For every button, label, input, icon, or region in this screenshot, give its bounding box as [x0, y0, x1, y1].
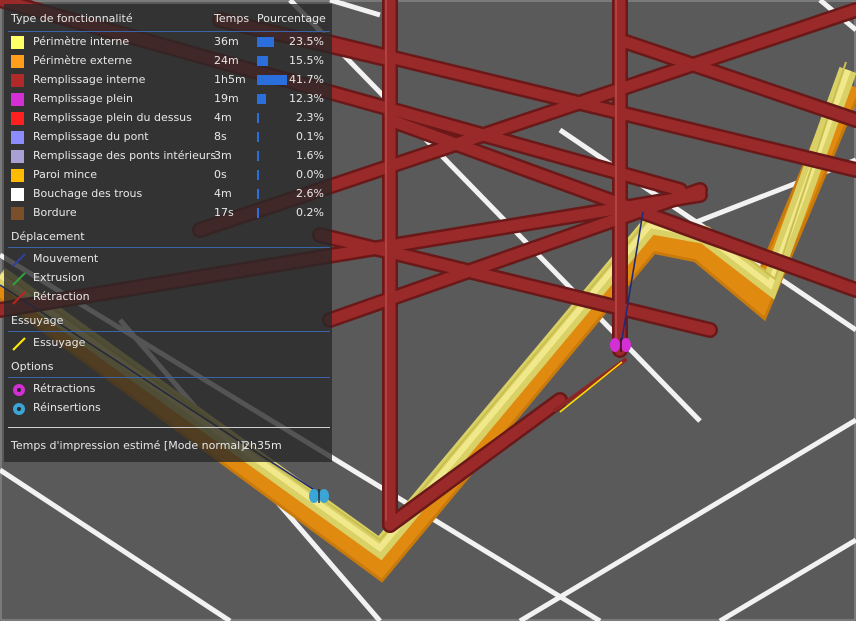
deretraction-marker	[309, 489, 329, 503]
travel-section-title: Déplacement	[11, 230, 85, 243]
feature-label: Bouchage des trous	[33, 187, 143, 200]
legend-header-type: Type de fonctionnalité	[11, 12, 133, 25]
options-section-title: Options	[11, 360, 54, 373]
feature-percent-bar	[257, 151, 259, 161]
legend-item-label: Extrusion	[33, 271, 85, 284]
feature-percent: 0.2%	[296, 206, 324, 219]
feature-percent-bar	[257, 170, 259, 180]
feature-percent-bar	[257, 208, 259, 218]
legend-feature-row[interactable]: Périmètre interne 36m 23.5%	[4, 33, 332, 52]
estimated-time-label: Temps d'impression estimé [Mode normal]:	[11, 439, 249, 452]
feature-color-swatch	[11, 131, 24, 144]
legend-item-travel[interactable]: Mouvement	[4, 250, 332, 269]
legend-separator	[8, 377, 330, 378]
feature-percent: 15.5%	[289, 54, 324, 67]
feature-time: 1h5m	[214, 73, 246, 86]
feature-color-swatch	[11, 188, 24, 201]
feature-color-swatch	[11, 112, 24, 125]
feature-label: Remplissage plein	[33, 92, 134, 105]
feature-percent: 2.6%	[296, 187, 324, 200]
legend-item-label: Rétraction	[33, 290, 90, 303]
feature-label: Bordure	[33, 206, 77, 219]
feature-percent: 41.7%	[289, 73, 324, 86]
legend-panel: Type de fonctionnalité Temps Pourcentage…	[4, 4, 332, 462]
feature-color-swatch	[11, 36, 24, 49]
legend-feature-row[interactable]: Paroi mince 0s 0.0%	[4, 166, 332, 185]
legend-item-wipe[interactable]: Essuyage	[4, 334, 332, 353]
feature-percent: 2.3%	[296, 111, 324, 124]
feature-percent-bar	[257, 75, 287, 85]
deretraction-dot-icon	[13, 403, 25, 415]
wipe-section-title: Essuyage	[11, 314, 64, 327]
legend-header-percent: Pourcentage	[257, 12, 326, 25]
legend-header-time: Temps	[214, 12, 250, 25]
legend-item-retractions[interactable]: Rétractions	[4, 380, 332, 399]
legend-feature-row[interactable]: Remplissage des ponts intérieurs 3m 1.6%	[4, 147, 332, 166]
feature-percent: 12.3%	[289, 92, 324, 105]
legend-item-retraction[interactable]: Rétraction	[4, 288, 332, 307]
legend-item-label: Rétractions	[33, 382, 96, 395]
feature-label: Paroi mince	[33, 168, 98, 181]
feature-time: 36m	[214, 35, 239, 48]
retract-line-icon	[12, 291, 26, 305]
legend-feature-row[interactable]: Bordure 17s 0.2%	[4, 204, 332, 223]
legend-feature-row[interactable]: Remplissage plein 19m 12.3%	[4, 90, 332, 109]
feature-label: Remplissage des ponts intérieurs	[33, 149, 217, 162]
feature-percent-bar	[257, 56, 268, 66]
feature-label: Remplissage interne	[33, 73, 146, 86]
legend-feature-row[interactable]: Remplissage interne 1h5m 41.7%	[4, 71, 332, 90]
feature-percent: 23.5%	[289, 35, 324, 48]
legend-item-label: Mouvement	[33, 252, 99, 265]
legend-feature-row[interactable]: Bouchage des trous 4m 2.6%	[4, 185, 332, 204]
legend-item-extrusion[interactable]: Extrusion	[4, 269, 332, 288]
feature-percent: 0.0%	[296, 168, 324, 181]
feature-percent-bar	[257, 37, 274, 47]
feature-label: Périmètre interne	[33, 35, 130, 48]
legend-item-label: Réinsertions	[33, 401, 101, 414]
feature-time: 8s	[214, 130, 227, 143]
legend-item-deretractions[interactable]: Réinsertions	[4, 399, 332, 418]
feature-percent-bar	[257, 132, 259, 142]
feature-label: Périmètre externe	[33, 54, 133, 67]
feature-percent: 0.1%	[296, 130, 324, 143]
feature-time: 24m	[214, 54, 239, 67]
legend-feature-row[interactable]: Remplissage plein du dessus 4m 2.3%	[4, 109, 332, 128]
wipe-line-icon	[12, 337, 26, 351]
feature-time: 4m	[214, 187, 232, 200]
feature-percent-bar	[257, 94, 266, 104]
feature-label: Remplissage plein du dessus	[33, 111, 192, 124]
feature-color-swatch	[11, 74, 24, 87]
feature-label: Remplissage du pont	[33, 130, 149, 143]
feature-color-swatch	[11, 55, 24, 68]
legend-item-label: Essuyage	[33, 336, 86, 349]
legend-feature-row[interactable]: Remplissage du pont 8s 0.1%	[4, 128, 332, 147]
feature-percent: 1.6%	[296, 149, 324, 162]
feature-percent-bar	[257, 113, 259, 123]
travel-line-icon	[12, 253, 26, 267]
feature-time: 4m	[214, 111, 232, 124]
legend-separator	[8, 247, 330, 248]
legend-separator	[8, 427, 330, 428]
extrude-line-icon	[12, 272, 26, 286]
legend-feature-row[interactable]: Périmètre externe 24m 15.5%	[4, 52, 332, 71]
feature-time: 19m	[214, 92, 239, 105]
feature-percent-bar	[257, 189, 259, 199]
feature-time: 17s	[214, 206, 234, 219]
feature-color-swatch	[11, 93, 24, 106]
feature-time: 3m	[214, 149, 232, 162]
feature-color-swatch	[11, 150, 24, 163]
estimated-time-value: 2h35m	[243, 439, 282, 452]
retraction-marker	[610, 338, 631, 352]
feature-color-swatch	[11, 169, 24, 182]
legend-separator	[8, 31, 330, 32]
feature-color-swatch	[11, 207, 24, 220]
retraction-dot-icon	[13, 384, 25, 396]
legend-separator	[8, 331, 330, 332]
feature-time: 0s	[214, 168, 227, 181]
